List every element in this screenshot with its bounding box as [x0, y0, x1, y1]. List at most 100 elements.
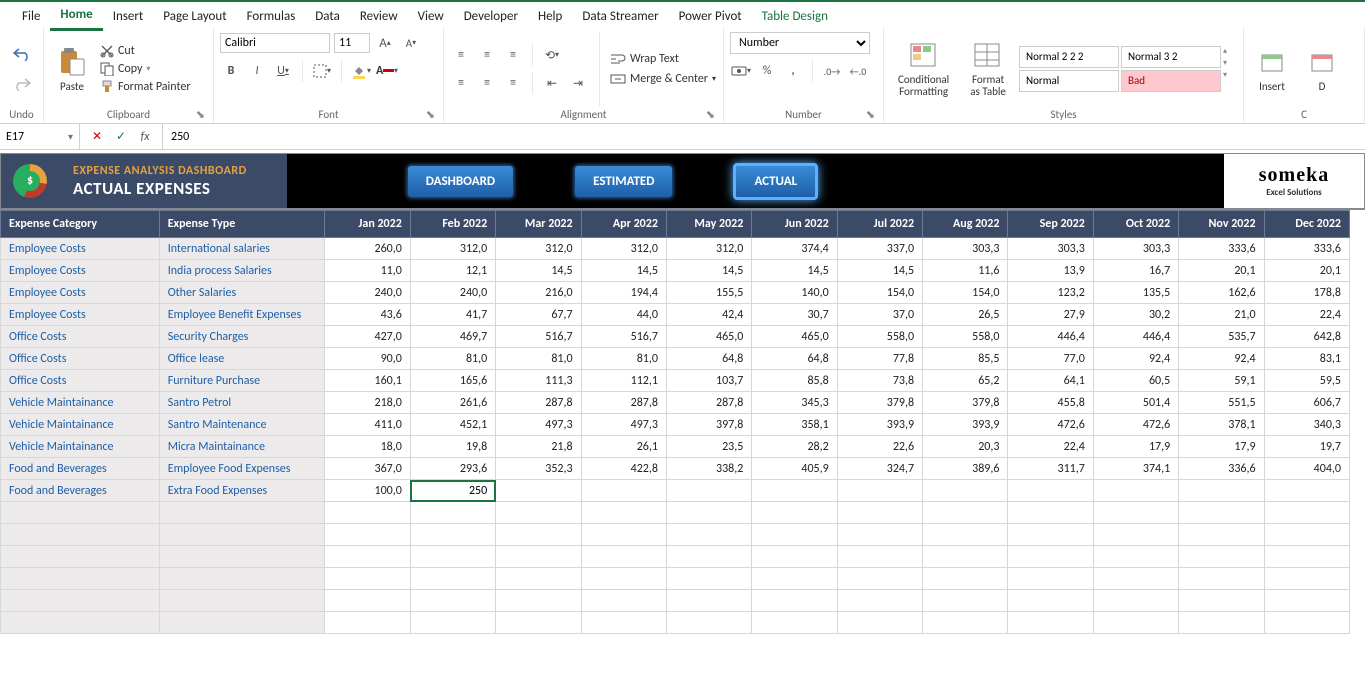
cell-value[interactable] [837, 502, 922, 524]
style-normal32[interactable]: Normal 3 2 [1121, 46, 1221, 68]
cell-value[interactable] [1264, 480, 1349, 502]
borders-button[interactable]: ▾ [311, 60, 333, 82]
cell-value[interactable]: 60,5 [1093, 370, 1178, 392]
cell-value[interactable]: 73,8 [837, 370, 922, 392]
header-month[interactable]: Apr 2022 [581, 211, 666, 238]
cell-value[interactable]: 19,7 [1264, 436, 1349, 458]
cell-value[interactable]: 287,8 [666, 392, 751, 414]
cell-value[interactable]: 606,7 [1264, 392, 1349, 414]
name-box[interactable]: E17▾ [0, 124, 80, 149]
increase-indent-icon[interactable]: ⇥ [567, 72, 589, 94]
cell-value[interactable]: 260,0 [325, 238, 410, 260]
cell-category[interactable]: Employee Costs [1, 238, 160, 260]
cell-value[interactable]: 422,8 [581, 458, 666, 480]
cell-category[interactable]: Employee Costs [1, 260, 160, 282]
cell-category[interactable]: Office Costs [1, 370, 160, 392]
cell-value[interactable]: 123,2 [1008, 282, 1093, 304]
cell-value[interactable] [837, 612, 922, 634]
align-middle-icon[interactable]: ≡ [476, 44, 498, 66]
cell-value[interactable] [1008, 546, 1093, 568]
cell-value[interactable]: 165,6 [410, 370, 495, 392]
cell-value[interactable]: 333,6 [1264, 238, 1349, 260]
align-right-icon[interactable]: ≡ [502, 72, 524, 94]
cell-value[interactable] [837, 480, 922, 502]
cell-value[interactable]: 374,1 [1093, 458, 1178, 480]
cell-value[interactable]: 336,6 [1179, 458, 1264, 480]
increase-font-icon[interactable]: A▴ [374, 32, 396, 54]
fill-color-button[interactable]: ▾ [350, 60, 372, 82]
tab-view[interactable]: View [408, 5, 454, 30]
cell-category[interactable] [1, 568, 160, 590]
cell-value[interactable] [1093, 480, 1178, 502]
header-month[interactable]: Mar 2022 [496, 211, 581, 238]
cell-value[interactable]: 28,2 [752, 436, 837, 458]
delete-cells-button[interactable]: D [1300, 42, 1344, 97]
cell-value[interactable]: 26,5 [923, 304, 1008, 326]
cell-value[interactable]: 303,3 [1008, 238, 1093, 260]
formula-input[interactable] [163, 124, 1365, 149]
cell-value[interactable]: 312,0 [666, 238, 751, 260]
cell-value[interactable] [1179, 612, 1264, 634]
font-color-button[interactable]: A▾ [376, 60, 398, 82]
font-size-input[interactable] [334, 33, 370, 53]
cell-value[interactable] [325, 612, 410, 634]
cell-value[interactable]: 42,4 [666, 304, 751, 326]
cell-value[interactable] [1008, 502, 1093, 524]
cell-type[interactable] [159, 590, 325, 612]
cell-value[interactable]: 551,5 [1179, 392, 1264, 414]
cell-value[interactable] [581, 546, 666, 568]
decrease-indent-icon[interactable]: ⇤ [541, 72, 563, 94]
cell-value[interactable]: 393,9 [837, 414, 922, 436]
merge-center-button[interactable]: Merge & Center▾ [610, 72, 716, 86]
cell-value[interactable]: 411,0 [325, 414, 410, 436]
decrease-font-icon[interactable]: A▾ [400, 32, 422, 54]
cell-value[interactable]: 22,6 [837, 436, 922, 458]
cell-value[interactable]: 21,0 [1179, 304, 1264, 326]
cell-value[interactable] [1093, 546, 1178, 568]
cell-value[interactable]: 22,4 [1264, 304, 1349, 326]
cell-type[interactable]: Extra Food Expenses [159, 480, 325, 502]
cell-value[interactable] [1008, 480, 1093, 502]
cell-type[interactable] [159, 502, 325, 524]
orientation-icon[interactable]: ⟲▾ [541, 44, 563, 66]
cell-value[interactable]: 178,8 [1264, 282, 1349, 304]
cell-value[interactable]: 17,9 [1093, 436, 1178, 458]
cell-value[interactable]: 452,1 [410, 414, 495, 436]
nav-estimated-button[interactable]: ESTIMATED [574, 165, 673, 198]
tab-table-design[interactable]: Table Design [752, 5, 838, 30]
cell-type[interactable]: Office lease [159, 348, 325, 370]
tab-power-pivot[interactable]: Power Pivot [669, 5, 752, 30]
cell-value[interactable]: 77,0 [1008, 348, 1093, 370]
cell-value[interactable]: 12,1 [410, 260, 495, 282]
cell-value[interactable]: 405,9 [752, 458, 837, 480]
cell-value[interactable]: 642,8 [1264, 326, 1349, 348]
tab-formulas[interactable]: Formulas [237, 5, 306, 30]
cell-value[interactable]: 20,1 [1264, 260, 1349, 282]
cell-value[interactable] [1093, 568, 1178, 590]
cell-value[interactable]: 340,3 [1264, 414, 1349, 436]
underline-button[interactable]: U▾ [272, 60, 294, 82]
cell-value[interactable] [1264, 524, 1349, 546]
header-expense-type[interactable]: Expense Type [159, 211, 325, 238]
bold-button[interactable]: B [220, 60, 242, 82]
undo-icon[interactable] [11, 43, 33, 65]
cell-value[interactable]: 155,5 [666, 282, 751, 304]
tab-developer[interactable]: Developer [454, 5, 528, 30]
cell-value[interactable]: 140,0 [752, 282, 837, 304]
cell-value[interactable]: 558,0 [923, 326, 1008, 348]
cell-value[interactable] [752, 568, 837, 590]
cell-value[interactable] [410, 568, 495, 590]
cell-value[interactable]: 162,6 [1179, 282, 1264, 304]
style-normal222[interactable]: Normal 2 2 2 [1019, 46, 1119, 68]
increase-decimal-icon[interactable]: .0→ [821, 60, 843, 82]
cell-value[interactable] [496, 480, 581, 502]
cell-value[interactable] [1093, 524, 1178, 546]
header-month[interactable]: Jul 2022 [837, 211, 922, 238]
cell-category[interactable]: Vehicle Maintainance [1, 392, 160, 414]
tab-home[interactable]: Home [50, 3, 102, 31]
header-month[interactable]: Feb 2022 [410, 211, 495, 238]
cell-value[interactable] [837, 524, 922, 546]
cell-value[interactable] [496, 590, 581, 612]
cell-value[interactable] [410, 590, 495, 612]
cell-value[interactable] [923, 480, 1008, 502]
